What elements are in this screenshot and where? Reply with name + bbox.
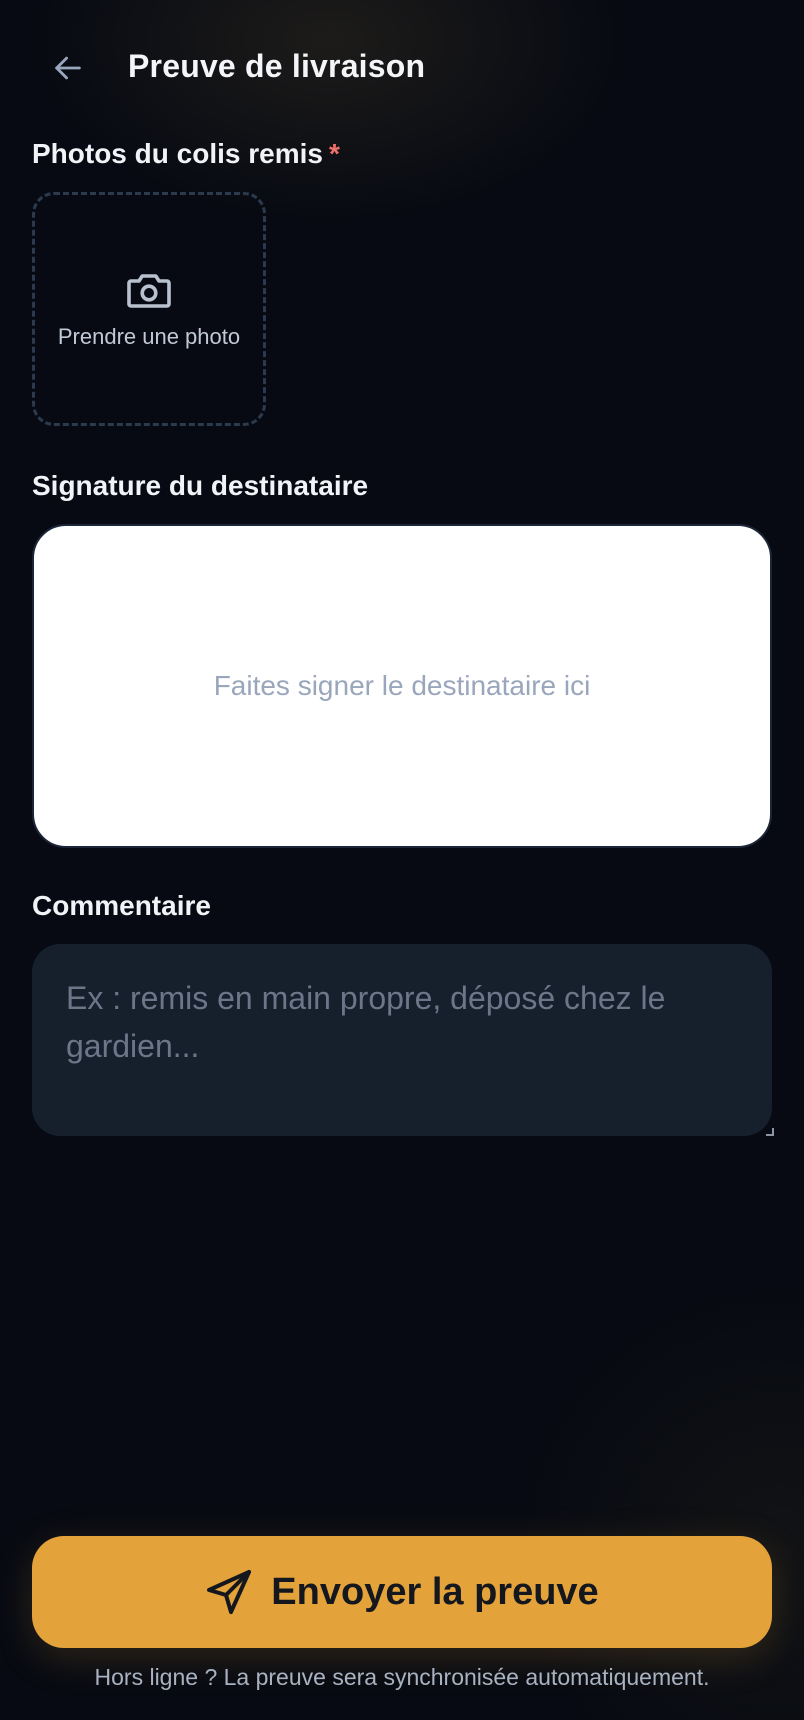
send-proof-label: Envoyer la preuve xyxy=(271,1570,599,1613)
required-marker: * xyxy=(328,138,340,169)
comment-section-label: Commentaire xyxy=(32,890,211,921)
photos-section-label: Photos du colis remis * xyxy=(32,138,340,170)
signature-section-label: Signature du destinataire xyxy=(32,470,369,501)
signature-pad[interactable]: Faites signer le destinataire ici xyxy=(32,524,772,848)
send-proof-button[interactable]: Envoyer la preuve xyxy=(32,1536,772,1648)
app-header: Preuve de livraison xyxy=(0,0,804,136)
send-icon xyxy=(207,1570,252,1614)
photos-label-text: Photos du colis remis xyxy=(32,138,323,169)
back-button[interactable] xyxy=(44,44,92,92)
signature-placeholder: Faites signer le destinataire ici xyxy=(213,670,591,701)
resize-grip[interactable] xyxy=(766,1128,774,1136)
take-photo-label: Prendre une photo xyxy=(57,324,241,349)
arrow-left-icon xyxy=(55,56,81,80)
offline-sync-note: Hors ligne ? La preuve sera synchronisée… xyxy=(94,1664,710,1690)
take-photo-button[interactable]: Prendre une photo xyxy=(32,192,266,426)
comment-input[interactable] xyxy=(32,944,772,1136)
camera-icon xyxy=(127,274,171,308)
page-title: Preuve de livraison xyxy=(128,48,426,84)
